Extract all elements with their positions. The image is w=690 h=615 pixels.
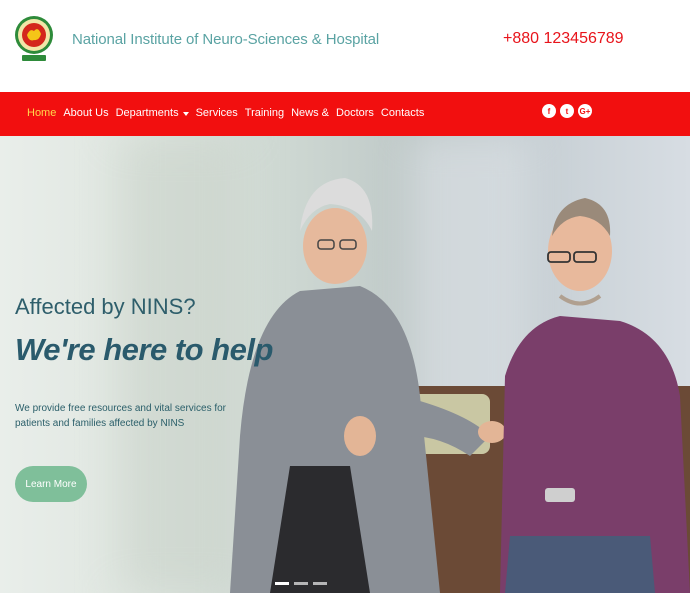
nav-item-contacts[interactable]: Contacts (381, 107, 424, 119)
nav-item-label: Doctors (336, 107, 374, 119)
slider-indicators (275, 582, 327, 585)
site-title[interactable]: National Institute of Neuro-Sciences & H… (72, 31, 379, 48)
nav-item-about-us[interactable]: About Us (63, 107, 108, 119)
nav-item-label: Contacts (380, 107, 425, 119)
nav-menu: Home About Us Departments Services Train… (27, 107, 431, 119)
facebook-icon[interactable]: f (542, 104, 556, 118)
nav-item-doctors[interactable]: Doctors (336, 107, 374, 119)
nav-item-departments[interactable]: Departments (116, 107, 189, 119)
nav-item-training[interactable]: Training (245, 107, 284, 119)
nav-item-label: Services (195, 107, 238, 119)
google-plus-icon[interactable]: G+ (578, 104, 592, 118)
page-bottom-strip (0, 593, 690, 615)
site-header: National Institute of Neuro-Sciences & H… (0, 0, 690, 92)
caret-down-icon (182, 111, 189, 116)
nav-item-label: Training (244, 107, 285, 119)
nav-item-news[interactable]: News & (291, 107, 329, 119)
slide-indicator-1[interactable] (275, 582, 289, 585)
nav-item-services[interactable]: Services (196, 107, 238, 119)
social-links: f t G+ (542, 104, 592, 118)
hero-slider: Affected by NINS? We're here to help We … (0, 136, 690, 593)
nav-item-label: About Us (63, 107, 109, 119)
nav-item-label: Departments (115, 107, 179, 119)
hero-title: We're here to help (15, 332, 273, 367)
hero-subtitle: Affected by NINS? (15, 294, 196, 319)
learn-more-button[interactable]: Learn More (15, 466, 87, 502)
nav-item-label: News & (291, 107, 330, 119)
nav-item-label: Home (27, 107, 57, 119)
twitter-icon[interactable]: t (560, 104, 574, 118)
institute-logo-icon[interactable] (14, 9, 54, 67)
phone-number[interactable]: +880 123456789 (503, 30, 624, 48)
slide-indicator-2[interactable] (294, 582, 308, 585)
hero-description: We provide free resources and vital serv… (15, 403, 227, 429)
slide-indicator-3[interactable] (313, 582, 327, 585)
nav-item-home[interactable]: Home (27, 107, 56, 119)
